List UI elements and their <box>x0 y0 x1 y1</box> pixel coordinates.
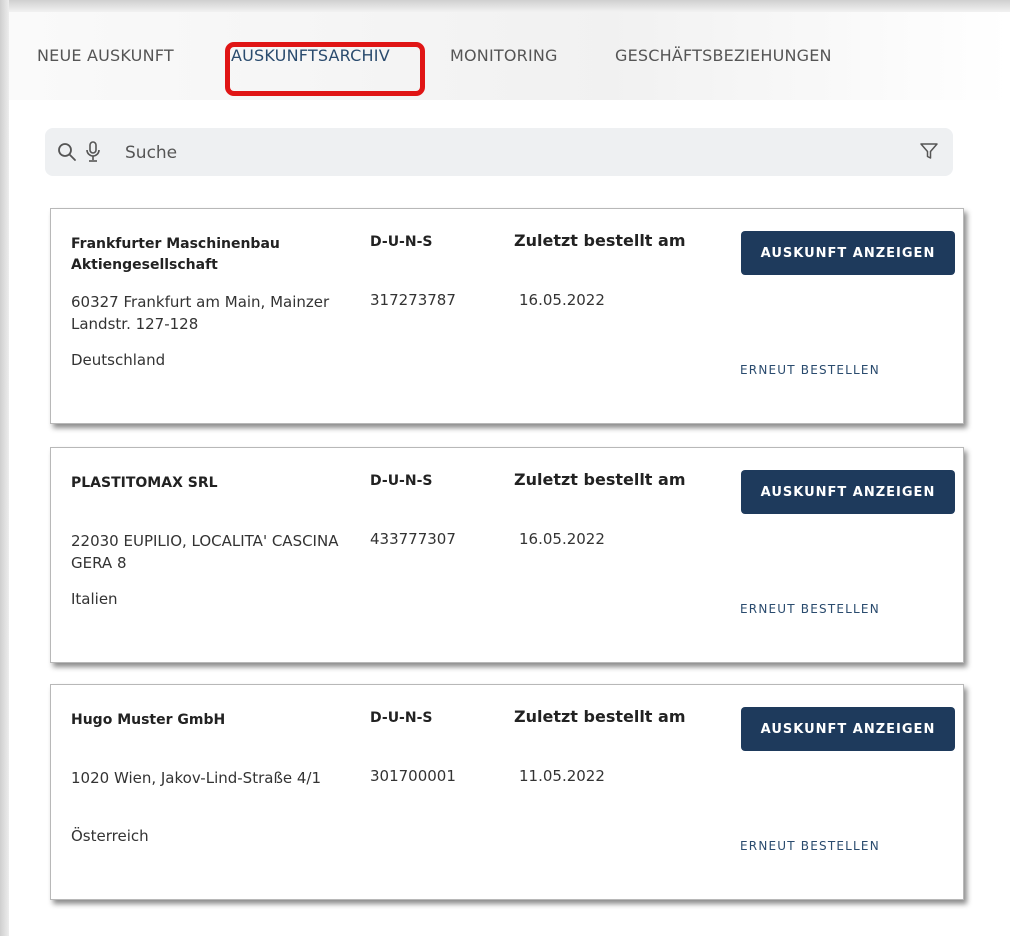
result-card: Hugo Muster GmbH D-U-N-S Zuletzt bestell… <box>50 684 964 900</box>
duns-label: D-U-N-S <box>370 473 433 489</box>
filter-icon[interactable] <box>919 141 939 165</box>
company-country: Deutschland <box>71 351 166 369</box>
show-report-button[interactable]: AUSKUNFT ANZEIGEN <box>741 470 955 514</box>
show-report-button[interactable]: AUSKUNFT ANZEIGEN <box>741 707 955 751</box>
result-card: Frankfurter Maschinenbau Aktiengesellsch… <box>50 208 964 424</box>
company-address: 1020 Wien, Jakov-Lind-Straße 4/1 <box>71 769 322 787</box>
company-address: 60327 Frankfurt am Main, Mainzer Landstr… <box>71 293 330 333</box>
duns-number: 301700001 <box>370 767 456 785</box>
company-name: Hugo Muster GmbH <box>71 712 226 728</box>
duns-label: D-U-N-S <box>370 710 433 726</box>
active-tab-highlight <box>225 42 425 96</box>
company-name: Frankfurter Maschinenbau Aktiengesellsch… <box>71 236 280 273</box>
company-name: PLASTITOMAX SRL <box>71 475 218 491</box>
order-date: 16.05.2022 <box>519 530 605 548</box>
company-country: Italien <box>71 590 118 608</box>
date-label: Zuletzt bestellt am <box>514 707 686 726</box>
company-address: 22030 EUPILIO, LOCALITA' CASCINA GERA 8 <box>71 532 339 572</box>
date-label: Zuletzt bestellt am <box>514 470 686 489</box>
window-frame-top <box>0 0 1010 12</box>
search-icon[interactable] <box>57 142 77 166</box>
tab-bar: NEUE AUSKUNFT AUSKUNFTSARCHIV MONITORING… <box>9 12 1010 100</box>
date-label: Zuletzt bestellt am <box>514 231 686 250</box>
tab-geschaeftsbeziehungen[interactable]: GESCHÄFTSBEZIEHUNGEN <box>615 46 832 65</box>
reorder-link[interactable]: ERNEUT BESTELLEN <box>740 839 880 853</box>
tab-monitoring[interactable]: MONITORING <box>450 46 558 65</box>
duns-number: 433777307 <box>370 530 456 548</box>
company-country: Österreich <box>71 827 149 845</box>
show-report-button[interactable]: AUSKUNFT ANZEIGEN <box>741 231 955 275</box>
order-date: 16.05.2022 <box>519 291 605 309</box>
duns-label: D-U-N-S <box>370 234 433 250</box>
tab-neue-auskunft[interactable]: NEUE AUSKUNFT <box>37 46 174 65</box>
duns-number: 317273787 <box>370 291 456 309</box>
microphone-icon[interactable] <box>85 141 101 167</box>
reorder-link[interactable]: ERNEUT BESTELLEN <box>740 363 880 377</box>
result-card: PLASTITOMAX SRL D-U-N-S Zuletzt bestellt… <box>50 447 964 663</box>
window-frame-left <box>0 0 9 936</box>
reorder-link[interactable]: ERNEUT BESTELLEN <box>740 602 880 616</box>
search-input[interactable] <box>123 138 827 168</box>
order-date: 11.05.2022 <box>519 767 605 785</box>
search-bar <box>45 128 953 176</box>
